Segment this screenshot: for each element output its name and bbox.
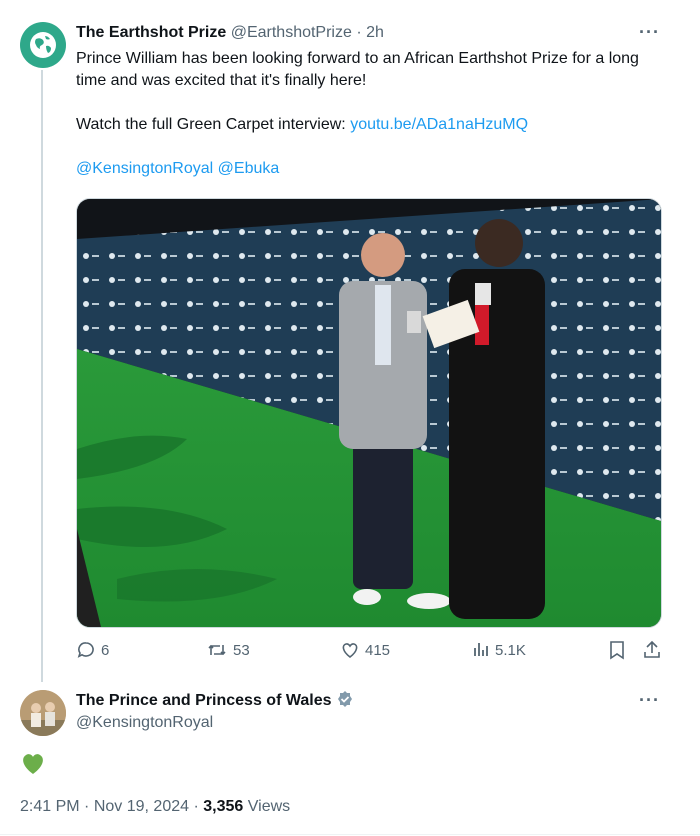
youtube-link[interactable]: youtu.be/ADa1naHzuMQ xyxy=(350,116,528,133)
reply-button[interactable]: 6 xyxy=(76,640,109,660)
repost-count: 53 xyxy=(233,641,250,659)
reply-icon xyxy=(77,642,94,658)
tweet2-meta: 2:41 PM · Nov 19, 2024 · 3,356 Views xyxy=(20,798,290,816)
verified-badge-icon xyxy=(337,691,352,707)
more-options-icon[interactable]: ··· xyxy=(639,690,660,711)
green-heart-icon xyxy=(23,754,43,774)
author-name[interactable]: The Earthshot Prize xyxy=(76,24,226,41)
post-time[interactable]: 2:41 PM xyxy=(20,798,80,815)
bookmark-button[interactable] xyxy=(608,640,626,660)
tweet-text-line: Prince William has been looking forward … xyxy=(76,50,639,89)
green-carpet-photo xyxy=(77,199,661,627)
views-total: 3,356 xyxy=(203,798,244,815)
green-heart-emoji xyxy=(20,752,46,781)
bookmark-icon xyxy=(610,641,624,660)
post-date[interactable]: Nov 19, 2024 xyxy=(94,798,189,815)
tweet-text-line: Watch the full Green Carpet interview: y… xyxy=(76,114,666,136)
repost-icon xyxy=(208,644,226,656)
tweet1-body: Prince William has been looking forward … xyxy=(76,48,666,180)
link-prefix: Watch the full Green Carpet interview: xyxy=(76,116,351,133)
more-options-icon[interactable]: ··· xyxy=(639,22,660,43)
views-count: 5.1K xyxy=(495,641,526,659)
views-button[interactable]: 5.1K xyxy=(472,640,526,660)
mentions-line: @KensingtonRoyal @Ebuka xyxy=(76,158,666,180)
author-handle[interactable]: @KensingtonRoyal xyxy=(76,714,213,732)
thread-connector-line xyxy=(41,70,43,682)
divider xyxy=(0,834,700,835)
kensington-avatar[interactable] xyxy=(20,690,66,736)
share-button[interactable] xyxy=(642,640,662,660)
separator-dot: · xyxy=(193,798,199,815)
analytics-icon xyxy=(474,643,488,656)
repost-button[interactable]: 53 xyxy=(206,640,250,660)
separator-dot: · xyxy=(84,798,90,815)
views-label: Views xyxy=(247,798,291,815)
like-count: 415 xyxy=(365,641,391,659)
tweet2-header: The Prince and Princess of Wales xyxy=(76,690,354,710)
tweet-media-image[interactable] xyxy=(76,198,662,628)
tweet1-header: The Earthshot Prize @EarthshotPrize · 2h xyxy=(76,24,384,42)
earthshot-avatar[interactable] xyxy=(20,22,66,68)
mention-ebuka[interactable]: @Ebuka xyxy=(218,160,280,177)
reply-count: 6 xyxy=(101,641,110,659)
globe-icon xyxy=(30,32,56,58)
author-handle[interactable]: @EarthshotPrize xyxy=(231,24,352,41)
heart-icon xyxy=(342,643,358,659)
tweet1-actions: 6 53 415 5.1K xyxy=(76,640,666,666)
mention-kensingtonroyal[interactable]: @KensingtonRoyal xyxy=(76,160,213,177)
author-name[interactable]: The Prince and Princess of Wales xyxy=(76,692,332,709)
share-icon xyxy=(644,640,660,658)
like-button[interactable]: 415 xyxy=(340,640,390,660)
tweet-time[interactable]: 2h xyxy=(366,24,384,41)
family-photo-icon xyxy=(20,690,66,736)
separator-dot: · xyxy=(356,24,362,41)
